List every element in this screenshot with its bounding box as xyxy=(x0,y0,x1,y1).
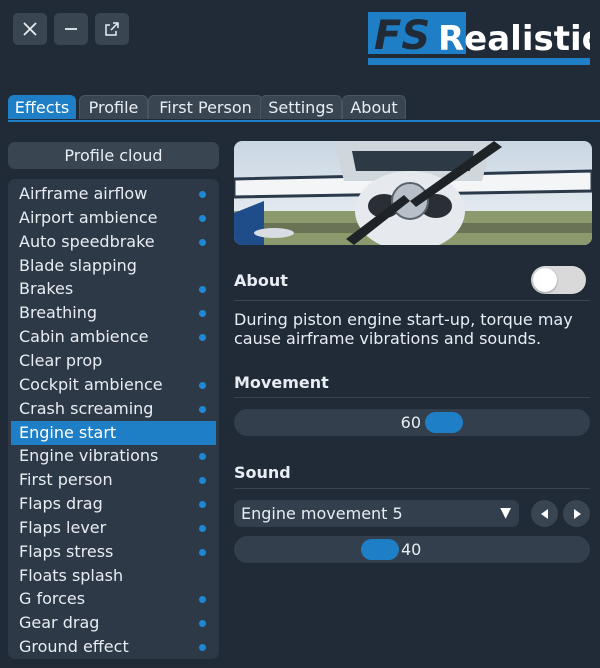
list-item[interactable]: Engine start xyxy=(11,420,216,445)
movement-slider-handle[interactable] xyxy=(425,412,463,433)
list-item-label: Blade slapping xyxy=(19,255,137,275)
sound-slider[interactable]: 40 xyxy=(234,536,590,563)
list-item[interactable]: Airframe airflow xyxy=(11,182,216,206)
movement-value: 60 xyxy=(400,413,421,432)
about-toggle[interactable] xyxy=(531,266,586,294)
list-item-label: Auto speedbrake xyxy=(19,231,155,251)
list-item-label: Gear drag xyxy=(19,613,100,633)
divider xyxy=(234,397,590,398)
list-item-label: Engine start xyxy=(19,422,117,442)
sound-slider-handle[interactable] xyxy=(361,539,399,560)
list-item[interactable]: Clear prop xyxy=(11,349,216,373)
list-item[interactable]: Flaps lever xyxy=(11,516,216,540)
enabled-dot-icon xyxy=(199,286,206,294)
tab-first-person[interactable]: First Person xyxy=(148,95,263,119)
list-item[interactable]: Airport ambience xyxy=(11,206,216,230)
list-item-label: First person xyxy=(19,470,113,490)
list-item[interactable]: Blade slapping xyxy=(11,254,216,278)
enabled-dot-icon xyxy=(199,334,206,342)
fsrealistic-logo: FS Realistic xyxy=(368,12,600,66)
enabled-dot-icon xyxy=(199,644,206,652)
list-item-label: Clear prop xyxy=(19,350,103,370)
list-item[interactable]: Auto speedbrake xyxy=(11,230,216,254)
tab-profile[interactable]: Profile xyxy=(79,95,148,119)
minimize-button[interactable] xyxy=(54,13,88,45)
effect-description: During piston engine start-up, torque ma… xyxy=(234,310,573,348)
tab-effects[interactable]: Effects xyxy=(8,95,76,119)
enabled-dot-icon xyxy=(199,620,206,628)
list-item[interactable]: Flaps stress xyxy=(11,540,216,564)
about-heading: About xyxy=(234,271,288,290)
list-item-label: Cabin ambience xyxy=(19,327,149,347)
list-item[interactable]: First person xyxy=(11,468,216,492)
list-item[interactable]: Breathing xyxy=(11,301,216,325)
enabled-dot-icon xyxy=(199,548,206,556)
chevron-down-icon: ▼ xyxy=(500,505,511,521)
enabled-dot-icon xyxy=(199,405,206,413)
enabled-dot-icon xyxy=(199,191,206,198)
popout-button[interactable] xyxy=(95,13,129,45)
aircraft-image xyxy=(234,141,592,245)
svg-text:FS: FS xyxy=(374,13,430,59)
enabled-dot-icon xyxy=(199,238,206,246)
triangle-right-icon xyxy=(573,508,581,519)
list-item-label: Cockpit ambience xyxy=(19,374,163,394)
effects-list: Airframe airflow Airport ambience Auto spe… xyxy=(8,179,219,659)
enabled-dot-icon xyxy=(199,381,206,389)
enabled-dot-icon xyxy=(199,524,206,532)
list-item-label: Flaps drag xyxy=(19,494,103,514)
close-button[interactable] xyxy=(13,13,47,45)
list-item[interactable]: Brakes xyxy=(11,277,216,301)
enabled-dot-icon xyxy=(199,596,206,604)
tab-about[interactable]: About xyxy=(342,95,406,119)
list-item-label: Engine vibrations xyxy=(19,446,159,466)
list-item[interactable]: Engine vibrations xyxy=(11,444,216,468)
sound-heading: Sound xyxy=(234,463,291,482)
list-item[interactable]: G forces xyxy=(11,587,216,611)
tab-underline xyxy=(8,120,600,122)
list-item-label: Airframe airflow xyxy=(19,184,148,203)
sound-value: 40 xyxy=(401,540,422,559)
movement-heading: Movement xyxy=(234,373,329,392)
enabled-dot-icon xyxy=(199,214,206,222)
list-item-label: Floats splash xyxy=(19,565,124,585)
list-item-label: Ground effect xyxy=(19,637,129,657)
divider xyxy=(234,300,590,301)
tab-settings[interactable]: Settings xyxy=(260,95,342,119)
movement-slider[interactable]: 60 xyxy=(234,409,590,436)
toggle-knob xyxy=(533,268,557,292)
triangle-left-icon xyxy=(540,508,548,519)
list-item[interactable]: Flaps drag xyxy=(11,492,216,516)
list-item-label: Breathing xyxy=(19,303,98,323)
enabled-dot-icon xyxy=(199,453,206,461)
previous-sound-button[interactable] xyxy=(531,500,558,527)
profile-cloud-button[interactable]: Profile cloud xyxy=(8,142,219,169)
divider xyxy=(234,488,590,489)
list-item-label: Crash screaming xyxy=(19,398,154,418)
popout-icon xyxy=(105,22,119,36)
list-item-label: Airport ambience xyxy=(19,207,158,227)
sound-select-value: Engine movement 5 xyxy=(241,504,403,523)
list-item-label: Brakes xyxy=(19,279,74,299)
enabled-dot-icon xyxy=(199,310,206,318)
enabled-dot-icon xyxy=(199,477,206,485)
list-item-label: G forces xyxy=(19,589,86,609)
list-item[interactable]: Floats splash xyxy=(11,564,216,588)
next-sound-button[interactable] xyxy=(563,500,590,527)
sound-select[interactable]: Engine movement 5 ▼ xyxy=(234,500,519,527)
close-icon xyxy=(23,22,37,36)
svg-text:Realistic: Realistic xyxy=(438,19,590,59)
list-item[interactable]: Cabin ambience xyxy=(11,325,216,349)
list-item[interactable]: Cockpit ambience xyxy=(11,373,216,397)
list-item-label: Flaps lever xyxy=(19,517,107,537)
minimize-icon xyxy=(65,28,77,30)
list-item[interactable]: Gear drag xyxy=(11,611,216,635)
list-item-label: Flaps stress xyxy=(19,541,114,561)
list-item[interactable]: Ground effect xyxy=(11,635,216,659)
enabled-dot-icon xyxy=(199,501,206,509)
list-item[interactable]: Crash screaming xyxy=(11,397,216,421)
tab-bar: Effects Profile First Person Settings Ab… xyxy=(8,95,600,121)
